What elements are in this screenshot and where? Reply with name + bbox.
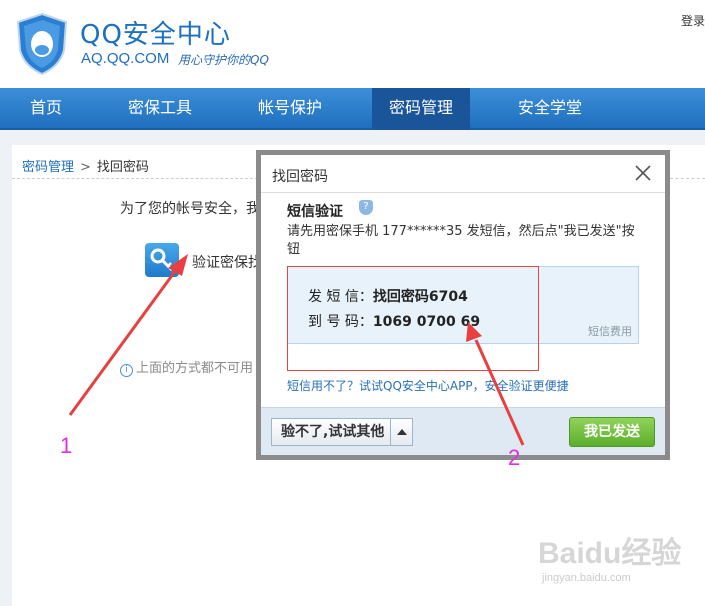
qq-shield-logo-icon[interactable] [14, 12, 70, 76]
dialog-titlebar: 找回密码 [261, 155, 665, 193]
shield-help-icon[interactable]: ? [359, 200, 373, 215]
security-tip: 为了您的帐号安全，我 [120, 201, 260, 217]
site-slogan: 用心守护你的QQ [178, 53, 269, 67]
other-methods-text: 上面的方式都不可用 [136, 361, 254, 376]
annotation-label-2: 2 [508, 445, 521, 470]
caret-up-icon[interactable] [390, 419, 412, 445]
watermark-logo: Baidu经验 [538, 537, 682, 570]
main-nav: 首页 密保工具 帐号保护 密码管理 安全学堂 [0, 88, 705, 130]
nav-item-account-protection[interactable]: 帐号保护 [240, 88, 340, 130]
key-icon[interactable] [145, 243, 179, 277]
breadcrumb-separator: > [80, 160, 91, 175]
dialog-footer: 验不了,试试其他 我已发送 [261, 407, 665, 455]
nav-item-home[interactable]: 首页 [0, 88, 92, 130]
nav-item-security-school[interactable]: 安全学堂 [500, 88, 600, 130]
sms-fee-note: 短信费用 [588, 325, 632, 338]
nav-item-password-management[interactable]: 密码管理 [372, 88, 470, 130]
breadcrumb-current: 找回密码 [96, 160, 149, 175]
annotation-label-1: 1 [60, 433, 73, 458]
breadcrumb-parent[interactable]: 密码管理 [22, 160, 74, 175]
watermark-url: jingyan.baidu.com [542, 572, 631, 584]
other-methods-tip[interactable]: i 上面的方式都不可用 [120, 357, 253, 377]
site-url: AQ.QQ.COM [81, 50, 170, 67]
login-link[interactable]: 登录 [681, 12, 705, 29]
site-header: QQ安全中心 AQ.QQ.COM 用心守护你的QQ 登录 [0, 0, 705, 88]
find-password-dialog: 找回密码 短信验证 ? 请先用密保手机 177******35 发短信，然后点"… [256, 150, 670, 460]
verify-security-option[interactable]: 验证密保找 [192, 252, 262, 272]
app-suggestion-link[interactable]: 短信用不了？试试QQ安全中心APP，安全验证更便捷 [287, 377, 569, 394]
site-title: QQ安全中心 [80, 20, 231, 50]
close-icon[interactable] [633, 163, 653, 183]
nav-item-security-tools[interactable]: 密保工具 [110, 88, 210, 130]
breadcrumb: 密码管理 > 找回密码 [22, 156, 149, 175]
divider [12, 178, 258, 179]
try-other-method-button[interactable]: 验不了,试试其他 [271, 418, 414, 446]
baidu-watermark: Baidu经验 jingyan.baidu.com [538, 528, 698, 598]
divider [670, 178, 705, 179]
sms-verify-heading: 短信验证 [287, 204, 343, 220]
info-icon: i [120, 364, 133, 377]
i-have-sent-button[interactable]: 我已发送 [569, 417, 655, 447]
highlight-box [287, 266, 539, 371]
try-other-method-label: 验不了,试试其他 [281, 424, 385, 440]
sms-instructions: 请先用密保手机 177******35 发短信，然后点"我已发送"按钮 [287, 224, 635, 257]
dialog-title: 找回密码 [272, 169, 328, 185]
